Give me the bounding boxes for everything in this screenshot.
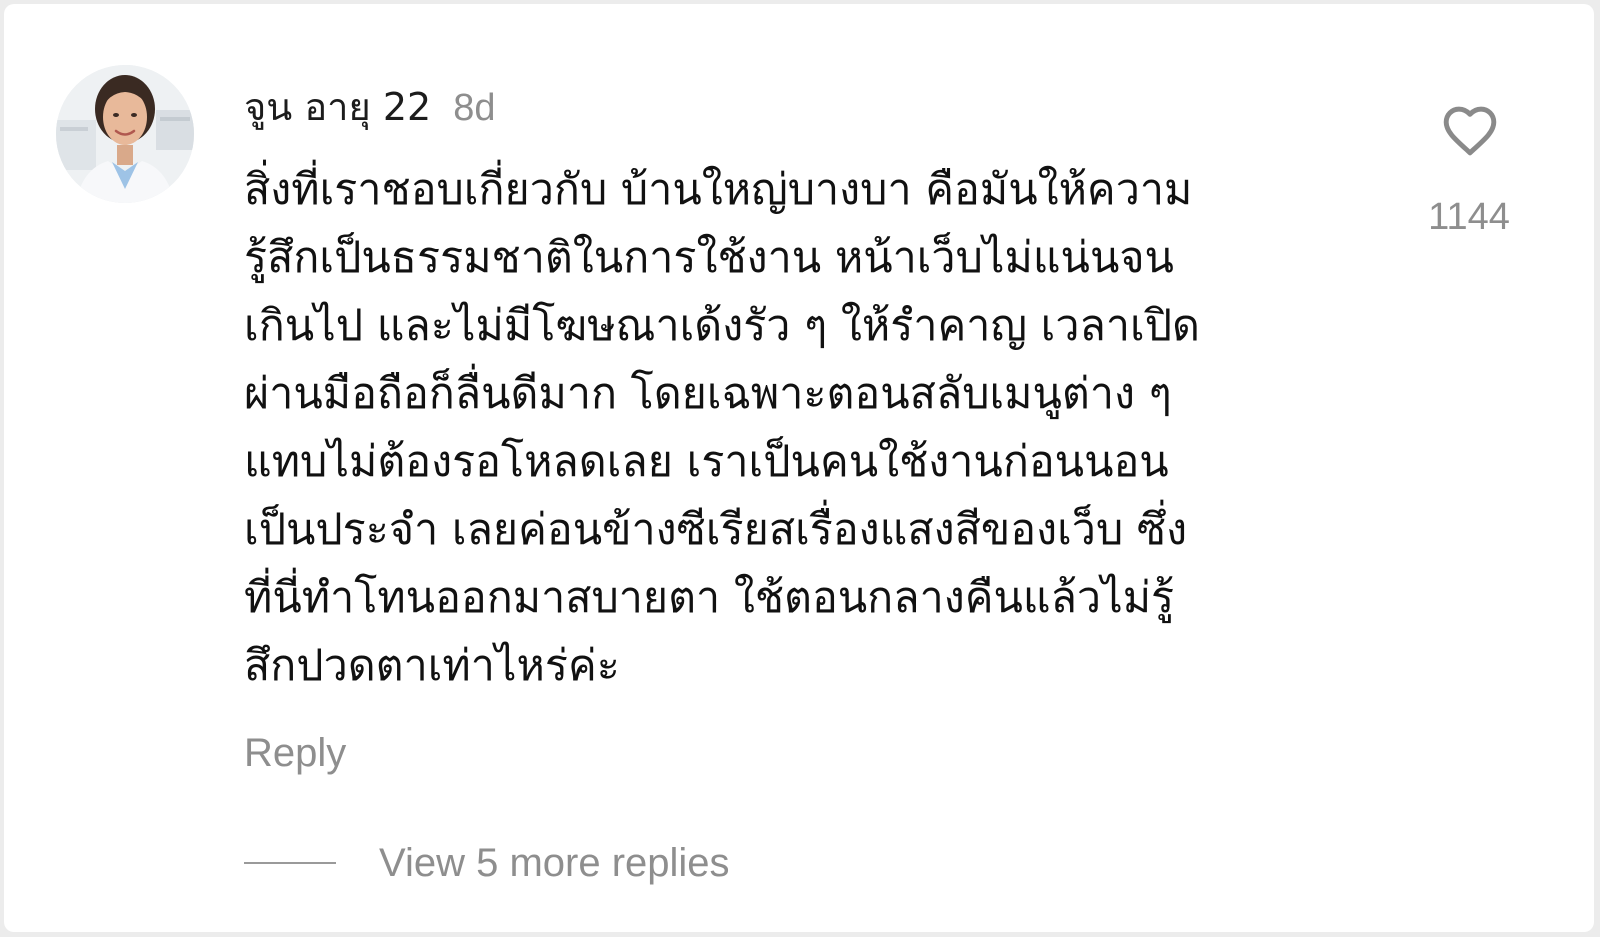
heart-outline-icon [1443,106,1497,156]
avatar[interactable] [56,65,194,203]
username[interactable]: จูน อายุ 22 [244,76,431,137]
timestamp: 8d [453,87,496,129]
like-count: 1144 [1428,196,1510,238]
comment-text: สิ่งที่เราชอบเกี่ยวกับ บ้านใหญ่บางบา คือ… [244,165,1200,691]
comment-card: จูน อายุ 22 8d สิ่งที่เราชอบเกี่ยวกับ บ้… [4,4,1594,932]
like-button[interactable] [1436,96,1504,164]
avatar-photo [56,65,194,203]
view-replies-button[interactable]: View 5 more replies [244,834,730,892]
view-replies-label: View 5 more replies [379,840,730,885]
reply-button[interactable]: Reply [244,731,346,776]
comment-header: จูน อายุ 22 8d [244,76,495,132]
replies-divider [244,862,336,864]
